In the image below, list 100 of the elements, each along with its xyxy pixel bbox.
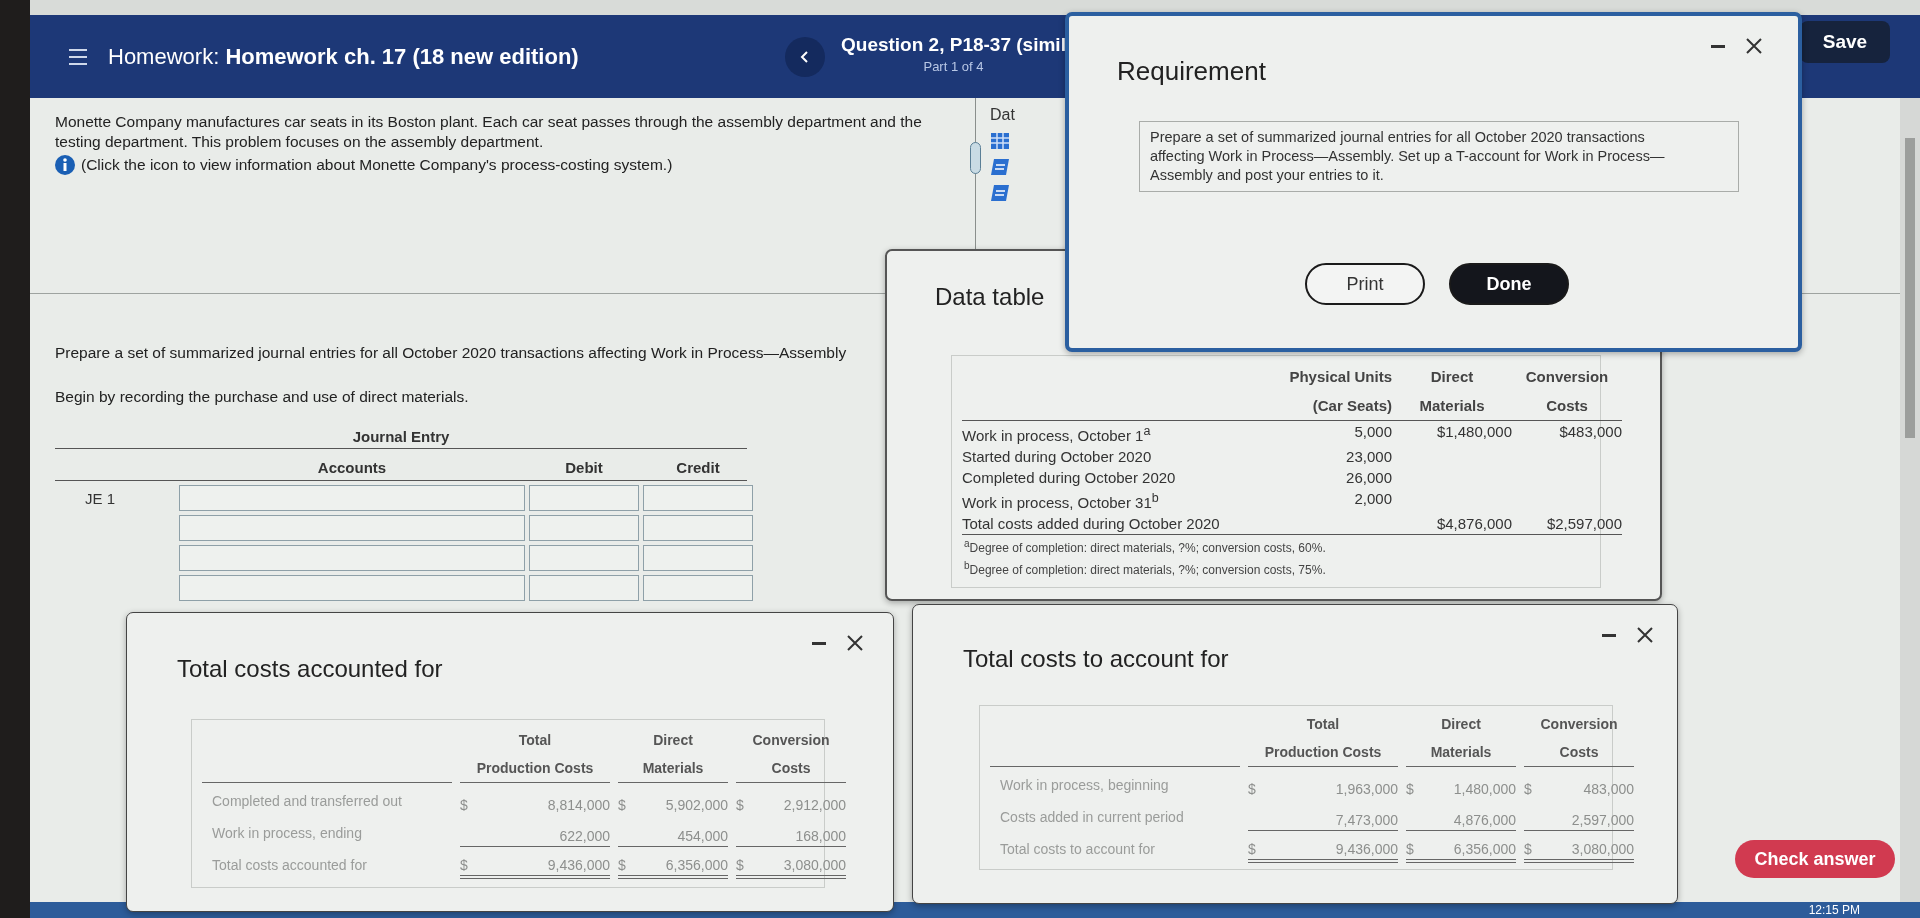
column-header: Materials [618,754,728,783]
row-label: Total costs to account for [999,840,1156,859]
part-label: Part 1 of 4 [923,58,984,74]
row-label: Work in process, beginning [999,776,1170,795]
window-title: Total costs to account for [963,645,1229,673]
panel-label: Dat [990,106,1015,124]
row-label: Work in process, October 1$^{a}$ [962,427,1151,444]
column-header: Conversion [1524,367,1610,387]
grid-icon[interactable] [990,132,1010,150]
table-title: Journal Entry [55,428,747,449]
footnote: $^{a}$Degree of completion: direct materials, ?%; conversion costs, 60%. [963,537,1327,557]
amount-cell: 4,876,000 [1406,799,1516,831]
credit-field[interactable] [643,545,753,571]
scrollbar[interactable] [1900,98,1920,902]
document-icon[interactable] [990,184,1010,202]
table-cell: $483,000 [1559,423,1622,440]
document-icon[interactable] [990,158,1010,176]
column-header: (Car Seats) [1262,391,1392,421]
column-header: Conversion [751,731,831,750]
back-button[interactable] [785,36,825,77]
amount-cell-text: $ 1,963,000 [1248,780,1398,799]
table-cell: 2,000 [1354,490,1392,507]
row-label: Completed during October 2020 [962,469,1176,486]
column-header: Debit [564,459,604,476]
account-field[interactable] [179,485,525,511]
row-label: Work in process, October 31$^{b}$ [962,494,1159,511]
requirement-text: Prepare a set of summarized journal entries for all October 2020 transactions affecting Work in Process—Assembly. Set up a T-account for Work in Process—Assembly and post your entries to it. [1139,121,1739,192]
check-answer-button[interactable]: Check answer [1735,840,1895,878]
entry-label: JE 1 [84,489,116,507]
info-text: (Click the icon to view information about Monette Company's process-costing system.) [81,155,673,175]
debit-field[interactable] [529,545,639,571]
column-header: Materials [1392,391,1512,421]
amount-cell: $ 6,356,000 [618,847,728,879]
row-label: Total costs added during October 2020 [962,515,1220,532]
resize-handle[interactable] [970,142,981,174]
account-field[interactable] [179,575,525,601]
credit-field[interactable] [643,485,753,511]
column-header: Conversion [1539,715,1619,734]
window-title: Total costs accounted for [177,655,443,683]
table-cell: $4,876,000 [1436,515,1512,532]
credit-field[interactable] [643,515,753,541]
chevron-left-icon [800,50,810,63]
column-header: Production Costs [1248,738,1398,767]
column-header: Direct [652,731,694,750]
menu-icon[interactable] [68,47,88,66]
amount-cell: 454,000 [618,815,728,847]
close-icon[interactable] [845,633,865,653]
table-cell: 23,000 [1346,448,1392,465]
table-cell: 5,000 [1354,423,1392,440]
amount-cell: $ 9,436,000 [460,847,610,879]
column-header: Total [517,731,553,750]
amount-cell-text: $ 2,912,000 [736,796,846,815]
instruction-text: Prepare a set of summarized journal entries for all October 2020 transactions affecting Work in Process—Assembly [55,344,847,362]
close-icon[interactable] [1635,625,1655,645]
table-cell: 26,000 [1346,469,1392,486]
question-title: Question 2, P18-37 (simil [841,33,1066,56]
window-title: Requirement [1117,56,1266,87]
assignment-title: Homework: Homework ch. 17 (18 new edition) [108,43,580,70]
table-cell: $2,597,000 [1546,515,1622,532]
amount-cell-text: $ 5,902,000 [618,796,728,815]
amount-cell: $ 3,080,000 [1524,831,1634,863]
print-button[interactable]: Print [1305,263,1425,305]
amount-cell: $ 3,080,000 [736,847,846,879]
amount-cell-text: $ 1,480,000 [1406,780,1516,799]
row-label: Costs added in current period [999,808,1185,827]
debit-field[interactable] [529,575,639,601]
column-header: Total [1305,715,1341,734]
credit-field[interactable] [643,575,753,601]
row-label: Started during October 2020 [962,448,1152,465]
amount-cell: $ 9,436,000 [1248,831,1398,863]
save-button[interactable]: Save [1800,20,1890,63]
done-button[interactable]: Done [1449,263,1569,305]
amount-cell: 622,000 [460,815,610,847]
column-header: Accounts [316,459,388,476]
amount-cell: 2,597,000 [1524,799,1634,831]
column-header: Costs [1512,391,1622,421]
debit-field[interactable] [529,485,639,511]
table-cell: $1,480,000 [1436,423,1512,440]
row-label: Total costs accounted for [211,856,368,875]
problem-text: Monette Company manufactures car seats in its Boston plant. Each car seat passes through the assembly department and the testing department. This problem focuses on the assembly department. [55,112,923,152]
amount-cell-text: $ 8,814,000 [460,796,610,815]
row-label: Work in process, ending [211,824,363,843]
debit-field[interactable] [529,515,639,541]
info-icon[interactable] [55,155,75,175]
column-header: Physical Units [1288,367,1392,387]
instruction-text: Begin by recording the purchase and use of direct materials. [55,388,469,406]
amount-cell-text: $ 483,000 [1524,780,1634,799]
account-field[interactable] [179,545,525,571]
row-label: Completed and transferred out [211,792,403,811]
amount-cell: 7,473,000 [1248,799,1398,831]
footnote: $^{b}$Degree of completion: direct materials, ?%; conversion costs, 75%. [963,559,1327,579]
account-field[interactable] [179,515,525,541]
amount-cell: 168,000 [736,815,846,847]
column-header: Costs [736,754,846,783]
amount-cell: $ 6,356,000 [1406,831,1516,863]
column-header: Materials [1406,738,1516,767]
column-header: Direct [1440,715,1482,734]
column-header: Direct [1429,367,1475,387]
column-header: Credit [675,459,721,476]
close-icon[interactable] [1744,36,1764,56]
